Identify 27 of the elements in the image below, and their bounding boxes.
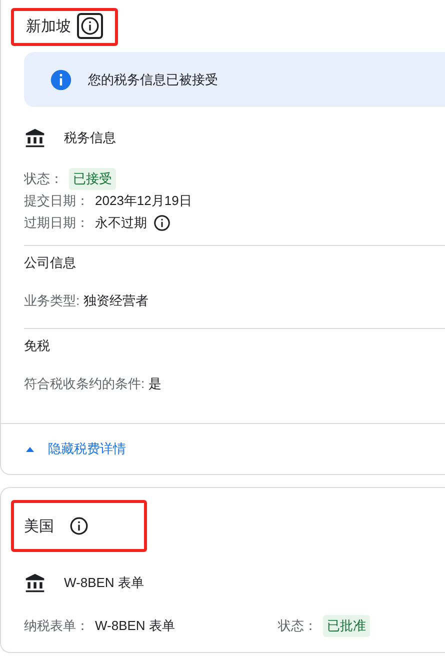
subsection-title: 免税 — [24, 337, 51, 355]
info-icon[interactable] — [153, 214, 171, 232]
section-heading: W-8BEN 表单 — [64, 574, 144, 592]
field-value: 独资经营者 — [84, 292, 149, 310]
field-label: 纳税表单： — [24, 617, 89, 635]
field-value: 2023年12月19日 — [95, 192, 192, 210]
bank-icon — [24, 572, 46, 594]
field-label: 过期日期： — [24, 214, 89, 232]
info-button[interactable] — [77, 13, 103, 39]
field-label: 提交日期： — [24, 192, 89, 210]
field-value: 永不过期 — [95, 214, 147, 232]
field-label: 符合税收条约的条件: — [24, 375, 145, 393]
field-label: 状态： — [278, 617, 317, 635]
bank-icon — [24, 127, 46, 149]
field-label: 状态： — [24, 170, 63, 188]
country-title: 美国 — [24, 516, 54, 536]
field-value: W-8BEN 表单 — [95, 617, 175, 635]
section-heading: 税务信息 — [64, 129, 116, 147]
status-badge: 已批准 — [323, 615, 370, 637]
toggle-link[interactable]: 隐藏税费详情 — [1, 423, 445, 474]
status-badge: 已接受 — [69, 168, 116, 190]
subsection-title: 公司信息 — [24, 254, 77, 272]
banner-text: 您的税务信息已被接受 — [88, 70, 218, 88]
info-icon — [50, 68, 72, 90]
field-value: 是 — [148, 375, 162, 393]
field-label: 业务类型: — [24, 292, 80, 310]
country-title: 新加坡 — [26, 16, 71, 36]
